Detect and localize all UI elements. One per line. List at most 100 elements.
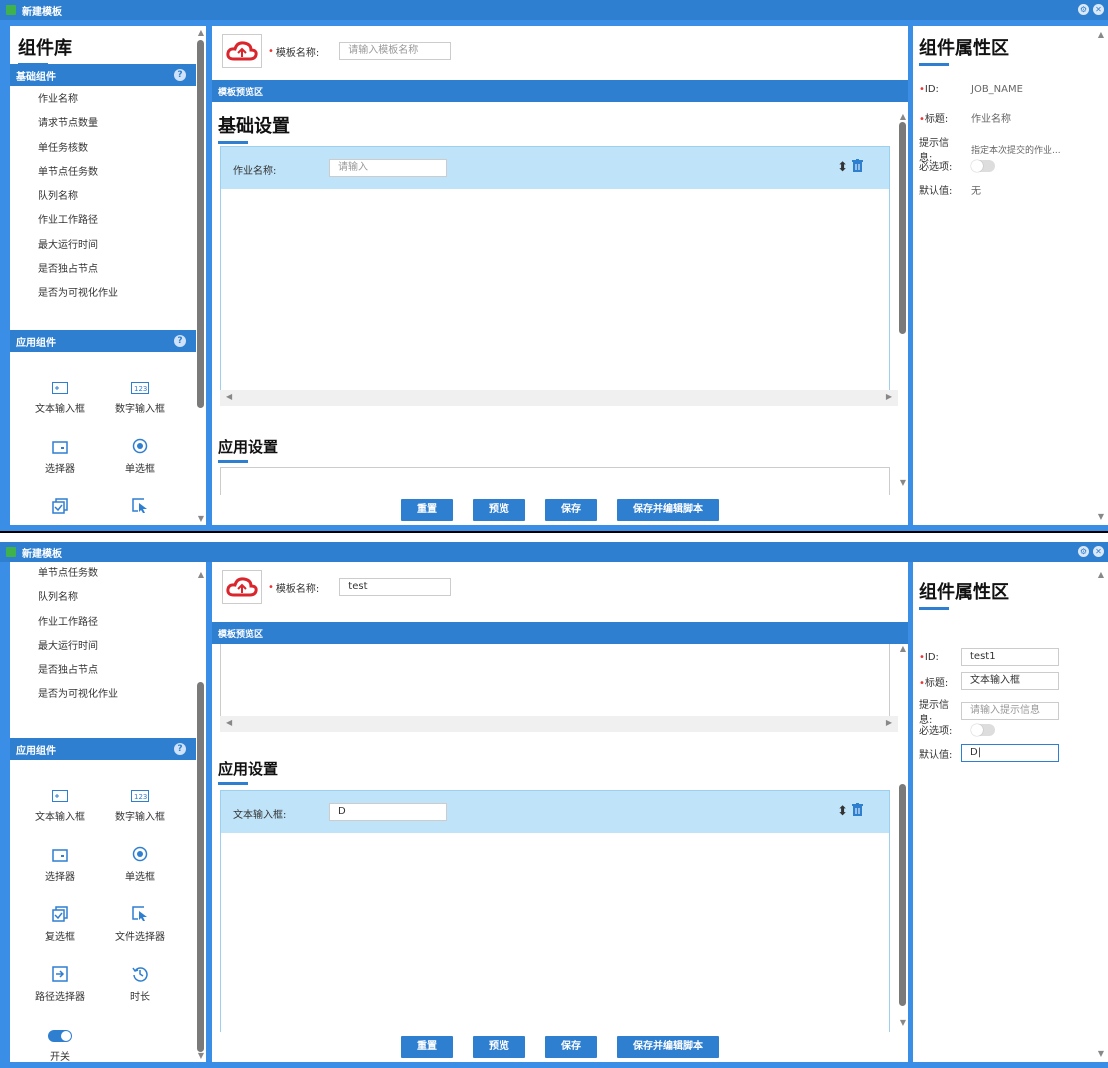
- scroll-right-arrow[interactable]: ▶: [886, 718, 892, 727]
- settings-icon[interactable]: ⚙: [1078, 546, 1089, 557]
- list-item[interactable]: 是否独占节点: [38, 258, 118, 282]
- left-scrollbar[interactable]: [197, 40, 204, 408]
- app-settings-heading: 应用设置: [218, 438, 279, 463]
- component-library-panel: 组件库 基础组件 ? 作业名称 请求节点数量 单任务核数 单节点任务数 队列名称…: [10, 26, 206, 525]
- sort-icon[interactable]: ⬍: [837, 160, 848, 175]
- settings-icon[interactable]: ⚙: [1078, 4, 1089, 15]
- list-item[interactable]: 请求节点数量: [38, 112, 118, 136]
- app-icon: [6, 547, 16, 557]
- left-scrollbar[interactable]: [197, 682, 204, 1052]
- component-path-picker[interactable]: 路径选择器: [20, 964, 100, 1003]
- reset-button[interactable]: 重置: [401, 1036, 453, 1058]
- template-name-row: • 模板名称: test: [222, 570, 452, 604]
- center-scrollbar[interactable]: [899, 122, 906, 334]
- component-text-input[interactable]: 文本输入框: [20, 784, 100, 823]
- app-components-header[interactable]: 应用组件 ?: [10, 738, 196, 760]
- save-button[interactable]: 保存: [545, 499, 597, 521]
- scroll-up-arrow[interactable]: ▲: [900, 644, 906, 653]
- preview-button[interactable]: 预览: [473, 1036, 525, 1058]
- scroll-down-arrow[interactable]: ▼: [900, 478, 906, 487]
- save-button[interactable]: 保存: [545, 1036, 597, 1058]
- horizontal-scrollbar[interactable]: ◀ ▶: [220, 390, 898, 406]
- default-label: 默认值:: [919, 186, 953, 197]
- list-item[interactable]: 是否为可视化作业: [38, 683, 118, 707]
- text-input-field[interactable]: D: [329, 803, 447, 821]
- trash-icon[interactable]: [852, 159, 863, 175]
- scroll-left-arrow[interactable]: ◀: [226, 392, 232, 401]
- list-item[interactable]: 最大运行时间: [38, 635, 118, 659]
- reset-button[interactable]: 重置: [401, 499, 453, 521]
- scroll-down-arrow[interactable]: ▼: [198, 1051, 204, 1060]
- close-icon[interactable]: ✕: [1093, 546, 1104, 557]
- scroll-up-arrow[interactable]: ▲: [198, 570, 204, 579]
- list-item[interactable]: 是否独占节点: [38, 659, 118, 683]
- help-icon[interactable]: ?: [174, 335, 186, 347]
- component-select[interactable]: 选择器: [20, 844, 100, 883]
- preview-button[interactable]: 预览: [473, 499, 525, 521]
- scroll-up-arrow[interactable]: ▲: [900, 112, 906, 121]
- component-number-input[interactable]: 123 数字输入框: [100, 376, 180, 415]
- required-toggle[interactable]: [971, 159, 995, 172]
- app-components-header[interactable]: 应用组件 ?: [10, 330, 196, 352]
- properties-panel: 组件属性区 •ID: JOB_NAME •标题: 作业名称 提示信息: 指定本次提交的…: [913, 26, 1108, 525]
- center-scrollbar[interactable]: [899, 784, 906, 1006]
- trash-icon[interactable]: [852, 803, 863, 819]
- component-file-picker[interactable]: [100, 496, 180, 520]
- id-input[interactable]: test1: [961, 648, 1059, 666]
- list-item[interactable]: 是否为可视化作业: [38, 282, 118, 306]
- scroll-up-arrow[interactable]: ▲: [1098, 570, 1104, 579]
- list-item[interactable]: 单节点任务数: [38, 562, 118, 586]
- default-label: 默认值:: [919, 749, 953, 761]
- field-row-text-input[interactable]: 文本输入框: D ⬍: [221, 791, 889, 833]
- component-label: 单选框: [125, 872, 155, 883]
- horizontal-scrollbar[interactable]: ◀ ▶: [220, 716, 898, 732]
- component-checkbox[interactable]: [20, 496, 100, 520]
- job-name-input[interactable]: 请输入: [329, 159, 447, 177]
- component-radio[interactable]: 单选框: [100, 844, 180, 883]
- list-item[interactable]: 单任务核数: [38, 137, 118, 161]
- list-item[interactable]: 单节点任务数: [38, 161, 118, 185]
- scroll-down-arrow[interactable]: ▼: [198, 514, 204, 523]
- text-input-icon: [20, 784, 100, 802]
- field-row-job-name[interactable]: 作业名称: 请输入 ⬍: [221, 147, 889, 189]
- list-item[interactable]: 最大运行时间: [38, 234, 118, 258]
- required-toggle[interactable]: [971, 723, 995, 736]
- scroll-down-arrow[interactable]: ▼: [1098, 512, 1104, 521]
- component-label: 文件选择器: [115, 932, 165, 943]
- list-item[interactable]: 队列名称: [38, 586, 118, 610]
- scroll-down-arrow[interactable]: ▼: [900, 1018, 906, 1027]
- component-text-input[interactable]: 文本输入框: [20, 376, 100, 415]
- save-and-edit-script-button[interactable]: 保存并编辑脚本: [617, 1036, 719, 1058]
- list-item[interactable]: 作业工作路径: [38, 209, 118, 233]
- component-duration[interactable]: 时长: [100, 964, 180, 1003]
- component-checkbox[interactable]: 复选框: [20, 904, 100, 943]
- scroll-right-arrow[interactable]: ▶: [886, 392, 892, 401]
- title-input[interactable]: 文本输入框: [961, 672, 1059, 690]
- hint-input[interactable]: 请输入提示信息: [961, 702, 1059, 720]
- component-radio[interactable]: 单选框: [100, 436, 180, 475]
- list-item[interactable]: 作业工作路径: [38, 611, 118, 635]
- properties-panel: 组件属性区 •ID: test1 •标题: 文本输入框 提示信息: 请输入提示信息 必…: [913, 562, 1108, 1062]
- help-icon[interactable]: ?: [174, 69, 186, 81]
- default-value-input[interactable]: D|: [961, 744, 1059, 762]
- list-item[interactable]: 作业名称: [38, 88, 118, 112]
- help-icon[interactable]: ?: [174, 743, 186, 755]
- scroll-up-arrow[interactable]: ▲: [1098, 30, 1104, 39]
- scroll-left-arrow[interactable]: ◀: [226, 718, 232, 727]
- scroll-down-arrow[interactable]: ▼: [1098, 1049, 1104, 1058]
- basic-components-header[interactable]: 基础组件 ?: [10, 64, 196, 86]
- template-name-input[interactable]: test: [339, 578, 452, 596]
- sort-icon[interactable]: ⬍: [837, 804, 848, 819]
- save-and-edit-script-button[interactable]: 保存并编辑脚本: [617, 499, 719, 521]
- component-number-input[interactable]: 123 数字输入框: [100, 784, 180, 823]
- component-switch[interactable]: 开关: [20, 1024, 100, 1062]
- component-file-picker[interactable]: 文件选择器: [100, 904, 180, 943]
- component-select[interactable]: 选择器: [20, 436, 100, 475]
- scroll-up-arrow[interactable]: ▲: [198, 28, 204, 37]
- list-item[interactable]: 队列名称: [38, 185, 118, 209]
- close-icon[interactable]: ✕: [1093, 4, 1104, 15]
- preview-area-header: 模板预览区: [212, 622, 908, 644]
- template-name-input[interactable]: 请输入模板名称: [339, 42, 452, 60]
- select-icon: [20, 436, 100, 454]
- cloud-logo-icon: [222, 570, 262, 604]
